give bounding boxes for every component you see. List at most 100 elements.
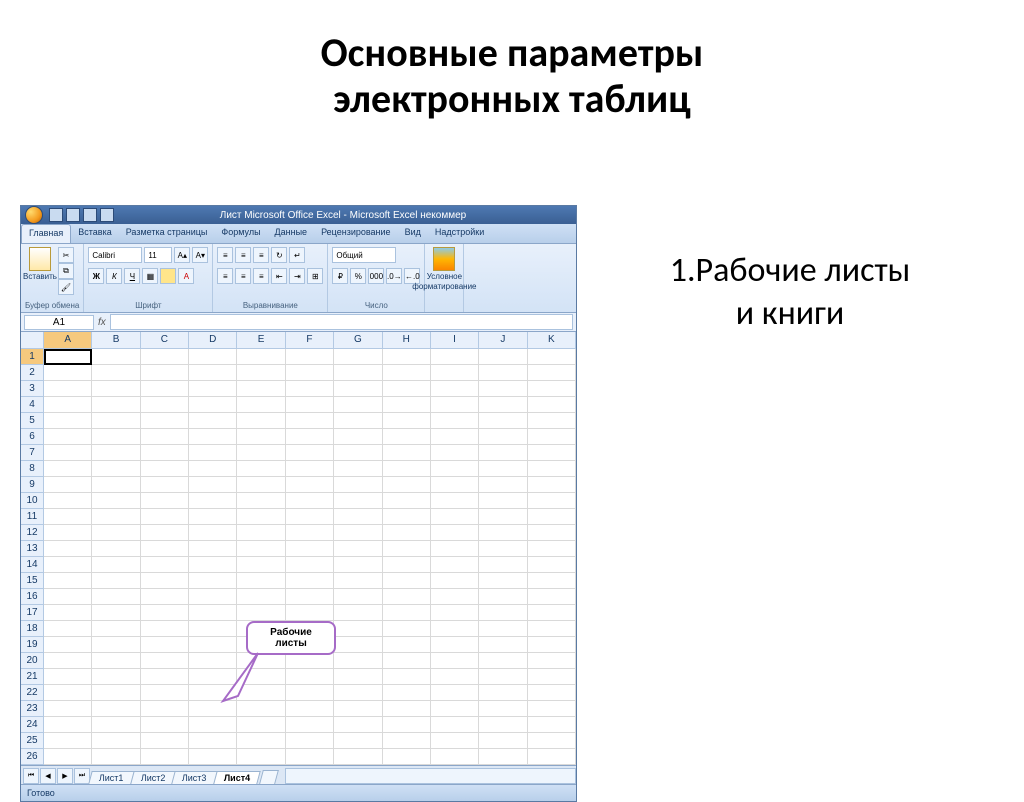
sheet-tab-3[interactable]: Лист3 — [171, 771, 217, 784]
cut-icon[interactable]: ✂ — [58, 247, 74, 263]
cell-K1[interactable] — [528, 349, 576, 365]
cell-B17[interactable] — [92, 605, 140, 621]
cell-G16[interactable] — [334, 589, 382, 605]
col-header-C[interactable]: C — [141, 332, 189, 348]
cell-K25[interactable] — [528, 733, 576, 749]
row-header-20[interactable]: 20 — [21, 653, 43, 669]
cell-I13[interactable] — [431, 541, 479, 557]
align-right-icon[interactable]: ≡ — [253, 268, 269, 284]
cell-J16[interactable] — [479, 589, 527, 605]
cell-B21[interactable] — [92, 669, 140, 685]
cell-F10[interactable] — [286, 493, 334, 509]
cell-D11[interactable] — [189, 509, 237, 525]
row-header-13[interactable]: 13 — [21, 541, 43, 557]
cell-E15[interactable] — [237, 573, 285, 589]
cell-J15[interactable] — [479, 573, 527, 589]
cell-G7[interactable] — [334, 445, 382, 461]
cell-I2[interactable] — [431, 365, 479, 381]
tab-nav-first-icon[interactable]: ⏮ — [23, 768, 39, 784]
cell-I22[interactable] — [431, 685, 479, 701]
cell-G4[interactable] — [334, 397, 382, 413]
increase-indent-icon[interactable]: ⇥ — [289, 268, 305, 284]
undo-icon[interactable] — [66, 208, 80, 222]
cell-F26[interactable] — [286, 749, 334, 765]
cell-I24[interactable] — [431, 717, 479, 733]
cell-I15[interactable] — [431, 573, 479, 589]
row-header-4[interactable]: 4 — [21, 397, 43, 413]
cell-H24[interactable] — [383, 717, 431, 733]
row-header-8[interactable]: 8 — [21, 461, 43, 477]
cell-G15[interactable] — [334, 573, 382, 589]
cell-C22[interactable] — [141, 685, 189, 701]
row-header-21[interactable]: 21 — [21, 669, 43, 685]
cell-B9[interactable] — [92, 477, 140, 493]
cell-F16[interactable] — [286, 589, 334, 605]
cell-H22[interactable] — [383, 685, 431, 701]
col-header-J[interactable]: J — [479, 332, 527, 348]
cell-E8[interactable] — [237, 461, 285, 477]
cell-H26[interactable] — [383, 749, 431, 765]
cell-D7[interactable] — [189, 445, 237, 461]
cell-K11[interactable] — [528, 509, 576, 525]
align-middle-icon[interactable]: ≡ — [235, 247, 251, 263]
cell-G23[interactable] — [334, 701, 382, 717]
select-all-corner[interactable] — [21, 332, 44, 349]
cell-G17[interactable] — [334, 605, 382, 621]
cell-G20[interactable] — [334, 653, 382, 669]
cell-B22[interactable] — [92, 685, 140, 701]
row-header-25[interactable]: 25 — [21, 733, 43, 749]
cell-grid[interactable] — [44, 349, 576, 765]
fill-color-icon[interactable] — [160, 268, 176, 284]
cell-F1[interactable] — [286, 349, 334, 365]
cell-A8[interactable] — [44, 461, 92, 477]
cell-J6[interactable] — [479, 429, 527, 445]
cell-K4[interactable] — [528, 397, 576, 413]
cell-H15[interactable] — [383, 573, 431, 589]
cell-A2[interactable] — [44, 365, 92, 381]
align-top-icon[interactable]: ≡ — [217, 247, 233, 263]
cell-F7[interactable] — [286, 445, 334, 461]
cell-B24[interactable] — [92, 717, 140, 733]
cell-H1[interactable] — [383, 349, 431, 365]
cell-E26[interactable] — [237, 749, 285, 765]
row-header-10[interactable]: 10 — [21, 493, 43, 509]
cell-H23[interactable] — [383, 701, 431, 717]
cell-E17[interactable] — [237, 605, 285, 621]
paste-button[interactable]: Вставить — [25, 247, 55, 281]
cell-J5[interactable] — [479, 413, 527, 429]
cell-H8[interactable] — [383, 461, 431, 477]
cell-I12[interactable] — [431, 525, 479, 541]
row-header-3[interactable]: 3 — [21, 381, 43, 397]
tab-insert[interactable]: Вставка — [71, 224, 118, 243]
cell-K18[interactable] — [528, 621, 576, 637]
cell-I16[interactable] — [431, 589, 479, 605]
cell-C25[interactable] — [141, 733, 189, 749]
cell-J20[interactable] — [479, 653, 527, 669]
cell-A10[interactable] — [44, 493, 92, 509]
font-color-icon[interactable]: A — [178, 268, 194, 284]
cell-E24[interactable] — [237, 717, 285, 733]
cell-D2[interactable] — [189, 365, 237, 381]
row-header-17[interactable]: 17 — [21, 605, 43, 621]
cell-F24[interactable] — [286, 717, 334, 733]
cell-G18[interactable] — [334, 621, 382, 637]
orientation-icon[interactable]: ↻ — [271, 247, 287, 263]
cell-G12[interactable] — [334, 525, 382, 541]
tab-view[interactable]: Вид — [398, 224, 428, 243]
cell-B15[interactable] — [92, 573, 140, 589]
increase-font-icon[interactable]: A▴ — [174, 247, 190, 263]
cell-C20[interactable] — [141, 653, 189, 669]
cell-I25[interactable] — [431, 733, 479, 749]
row-header-23[interactable]: 23 — [21, 701, 43, 717]
cell-J11[interactable] — [479, 509, 527, 525]
cell-C23[interactable] — [141, 701, 189, 717]
cell-C26[interactable] — [141, 749, 189, 765]
cell-C21[interactable] — [141, 669, 189, 685]
cell-C6[interactable] — [141, 429, 189, 445]
cell-B3[interactable] — [92, 381, 140, 397]
cell-A24[interactable] — [44, 717, 92, 733]
tab-data[interactable]: Данные — [268, 224, 315, 243]
cell-C17[interactable] — [141, 605, 189, 621]
cell-H10[interactable] — [383, 493, 431, 509]
tab-page-layout[interactable]: Разметка страницы — [119, 224, 215, 243]
